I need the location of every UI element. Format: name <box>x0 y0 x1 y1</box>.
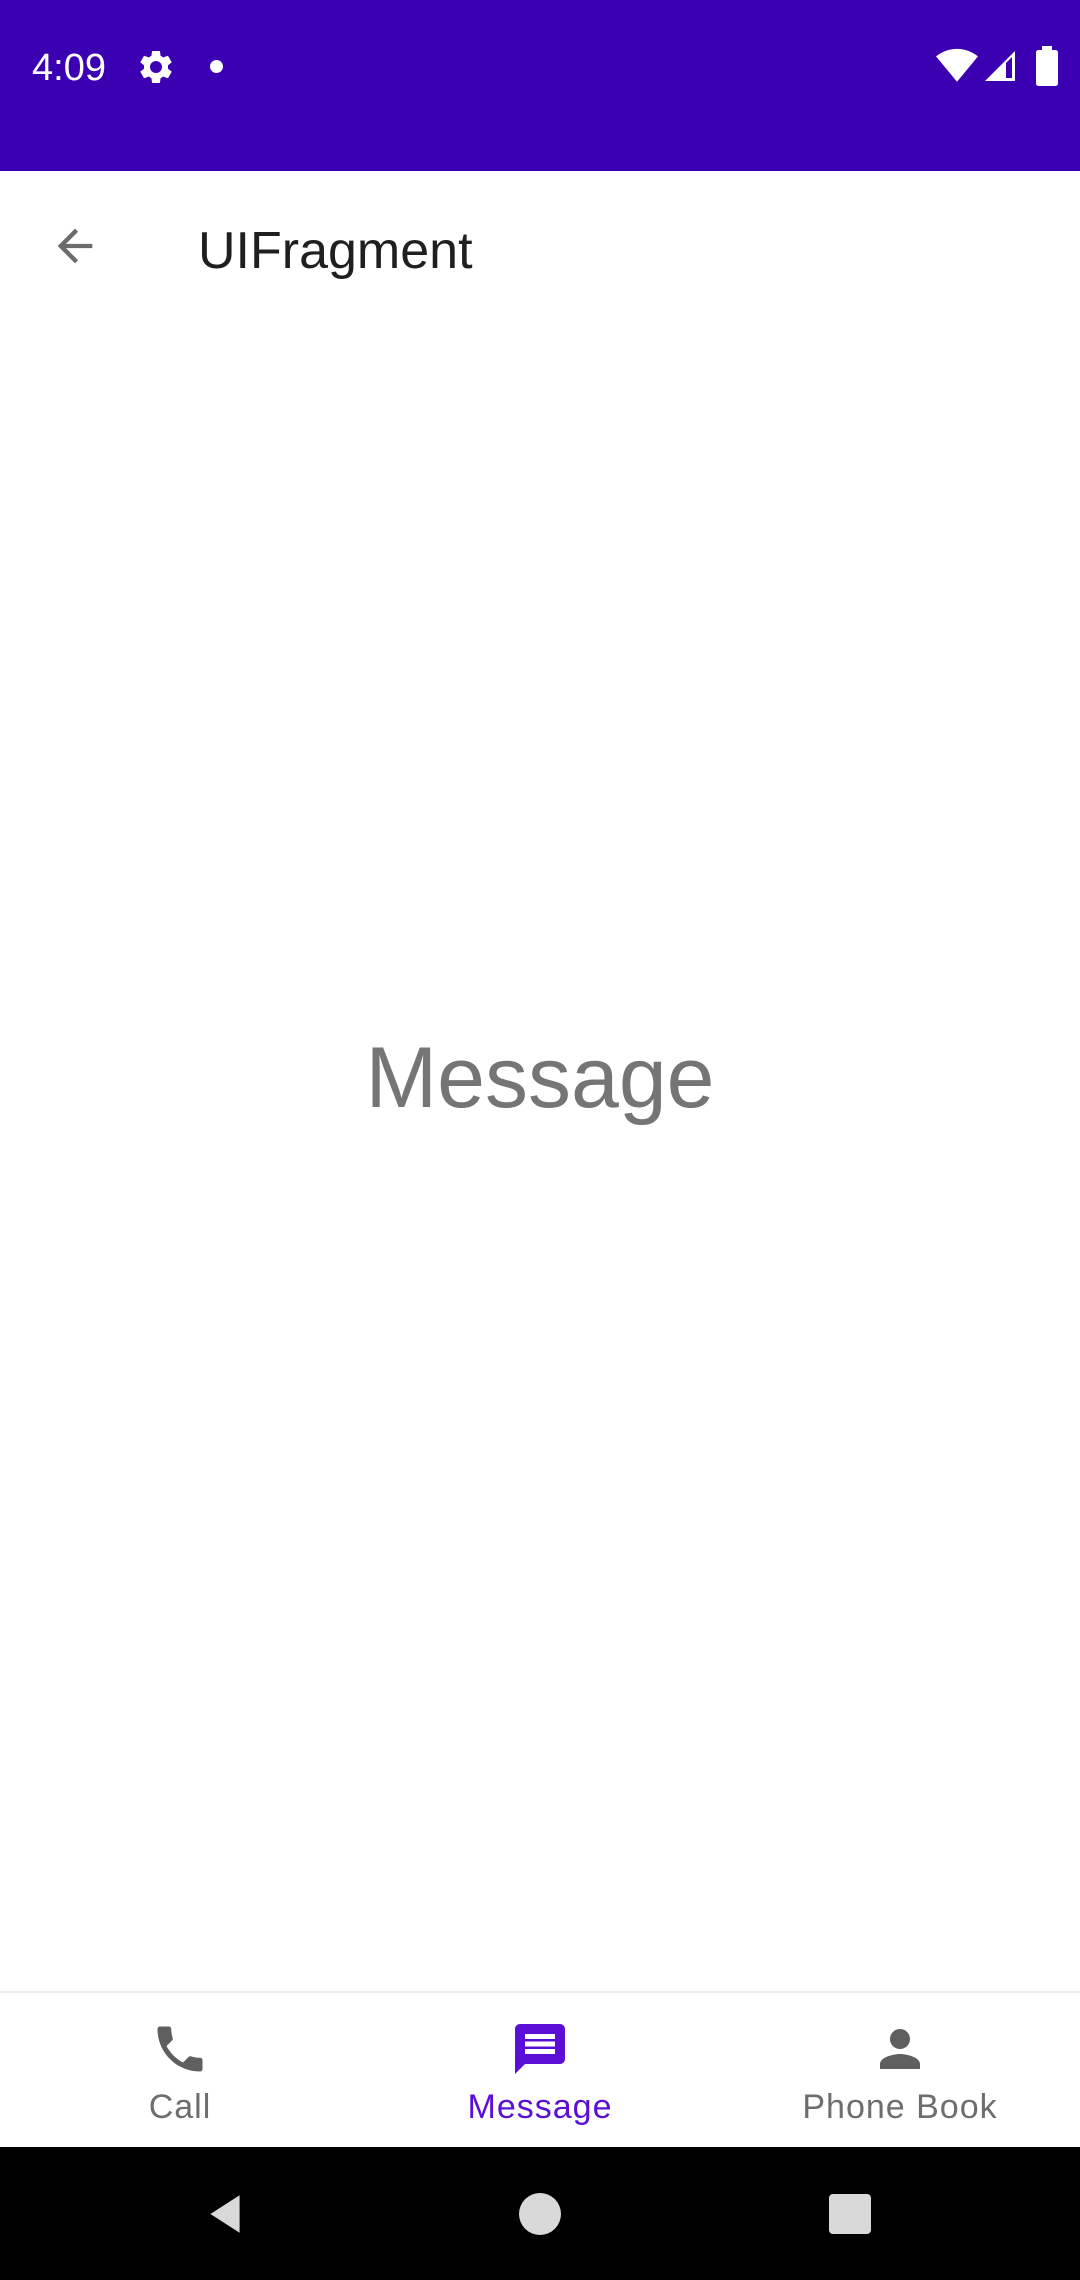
system-navigation-bar <box>0 2147 1080 2280</box>
nav-label-call: Call <box>148 2088 212 2126</box>
nav-label-message: Message <box>467 2088 613 2126</box>
phone-icon <box>157 2026 203 2072</box>
home-circle-icon[interactable] <box>519 2193 561 2235</box>
notification-dot-icon <box>210 60 223 73</box>
back-triangle-icon[interactable] <box>200 2189 250 2239</box>
nav-item-phone-book[interactable]: Phone Book <box>720 1993 1080 2149</box>
person-icon <box>880 2029 920 2069</box>
fragment-label: Message <box>365 1029 715 1126</box>
arrow-back-icon <box>57 228 93 264</box>
battery-icon <box>1036 46 1058 86</box>
app-bar: UIFragment <box>0 171 1080 331</box>
nav-label-phone-book: Phone Book <box>802 2088 998 2126</box>
recents-square-icon[interactable] <box>829 2194 871 2234</box>
bottom-navigation: Call Message Phone Book <box>0 1991 1080 2149</box>
signal-icon <box>985 51 1015 81</box>
wifi-icon <box>936 48 978 82</box>
screen: 4:09 UIFragment Message Call Message Pho… <box>0 0 1080 2280</box>
status-time: 4:09 <box>32 47 106 89</box>
status-bar: 4:09 <box>0 0 1080 171</box>
message-icon <box>515 2024 565 2074</box>
gear-icon <box>140 50 172 83</box>
nav-item-call[interactable]: Call <box>0 1993 360 2149</box>
page-title: UIFragment <box>198 222 473 280</box>
back-button[interactable] <box>30 201 120 291</box>
fragment-content: Message <box>0 331 1080 1991</box>
nav-item-message[interactable]: Message <box>360 1993 720 2149</box>
